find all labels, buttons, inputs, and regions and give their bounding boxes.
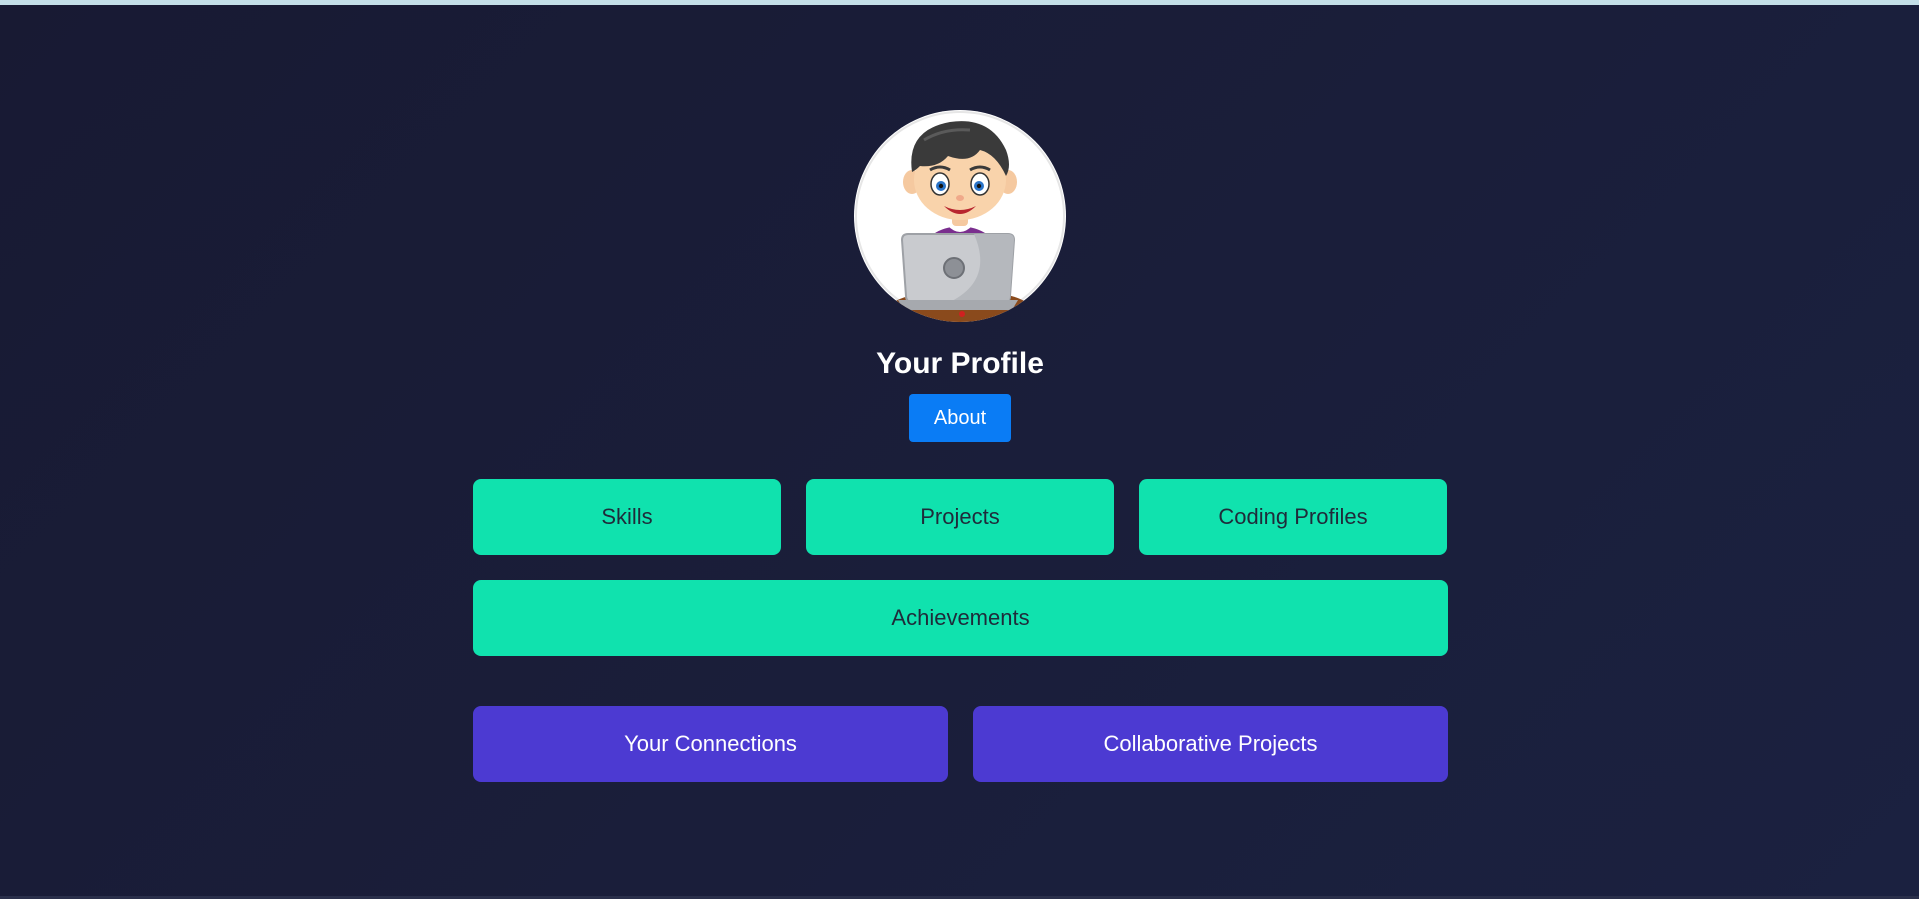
about-button[interactable]: About — [909, 394, 1011, 442]
skills-button[interactable]: Skills — [473, 479, 781, 555]
collaborative-projects-button[interactable]: Collaborative Projects — [973, 706, 1448, 782]
achievements-button[interactable]: Achievements — [473, 580, 1448, 656]
projects-button[interactable]: Projects — [806, 479, 1114, 555]
page-title: Your Profile — [876, 347, 1044, 380]
profile-avatar — [854, 110, 1066, 322]
your-connections-button[interactable]: Your Connections — [473, 706, 948, 782]
coding-profiles-button[interactable]: Coding Profiles — [1139, 479, 1447, 555]
cartoon-boy-laptop-icon — [855, 111, 1065, 322]
top-strip — [0, 0, 1919, 5]
